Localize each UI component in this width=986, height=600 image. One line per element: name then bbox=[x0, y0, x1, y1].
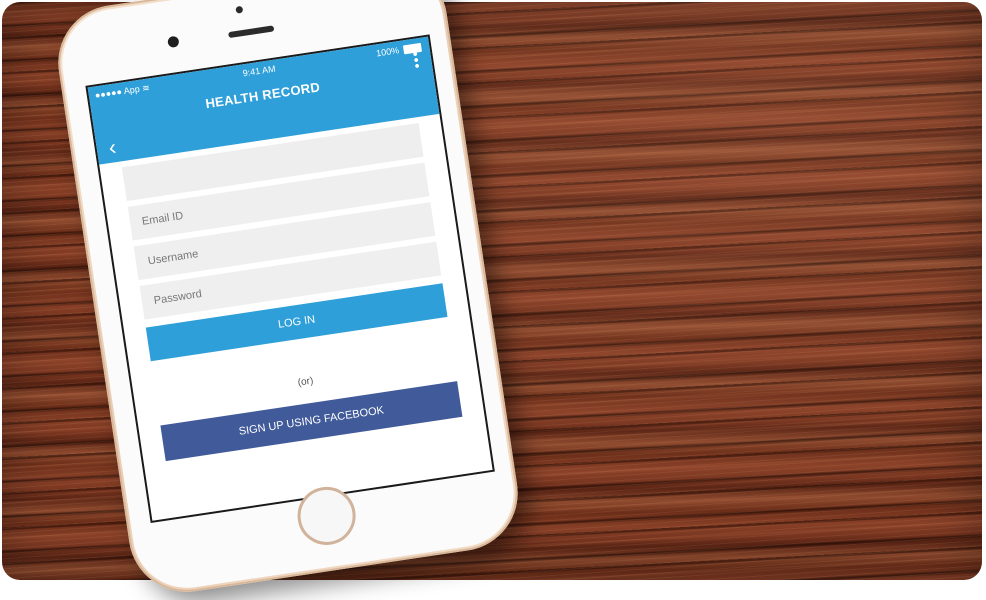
phone-face: ●●●●● App ≋ 9:41 AM 100% HEALTH RECORD •… bbox=[54, 0, 522, 596]
earpiece-speaker bbox=[228, 25, 275, 39]
proximity-sensor bbox=[235, 5, 244, 14]
login-form: LOG IN (or) SIGN UP USING FACEBOOK bbox=[99, 114, 484, 465]
front-camera bbox=[167, 35, 180, 49]
phone-screen: ●●●●● App ≋ 9:41 AM 100% HEALTH RECORD •… bbox=[85, 34, 495, 523]
battery-label: 100% bbox=[375, 45, 400, 59]
chevron-left-icon[interactable]: ‹ bbox=[107, 134, 118, 160]
